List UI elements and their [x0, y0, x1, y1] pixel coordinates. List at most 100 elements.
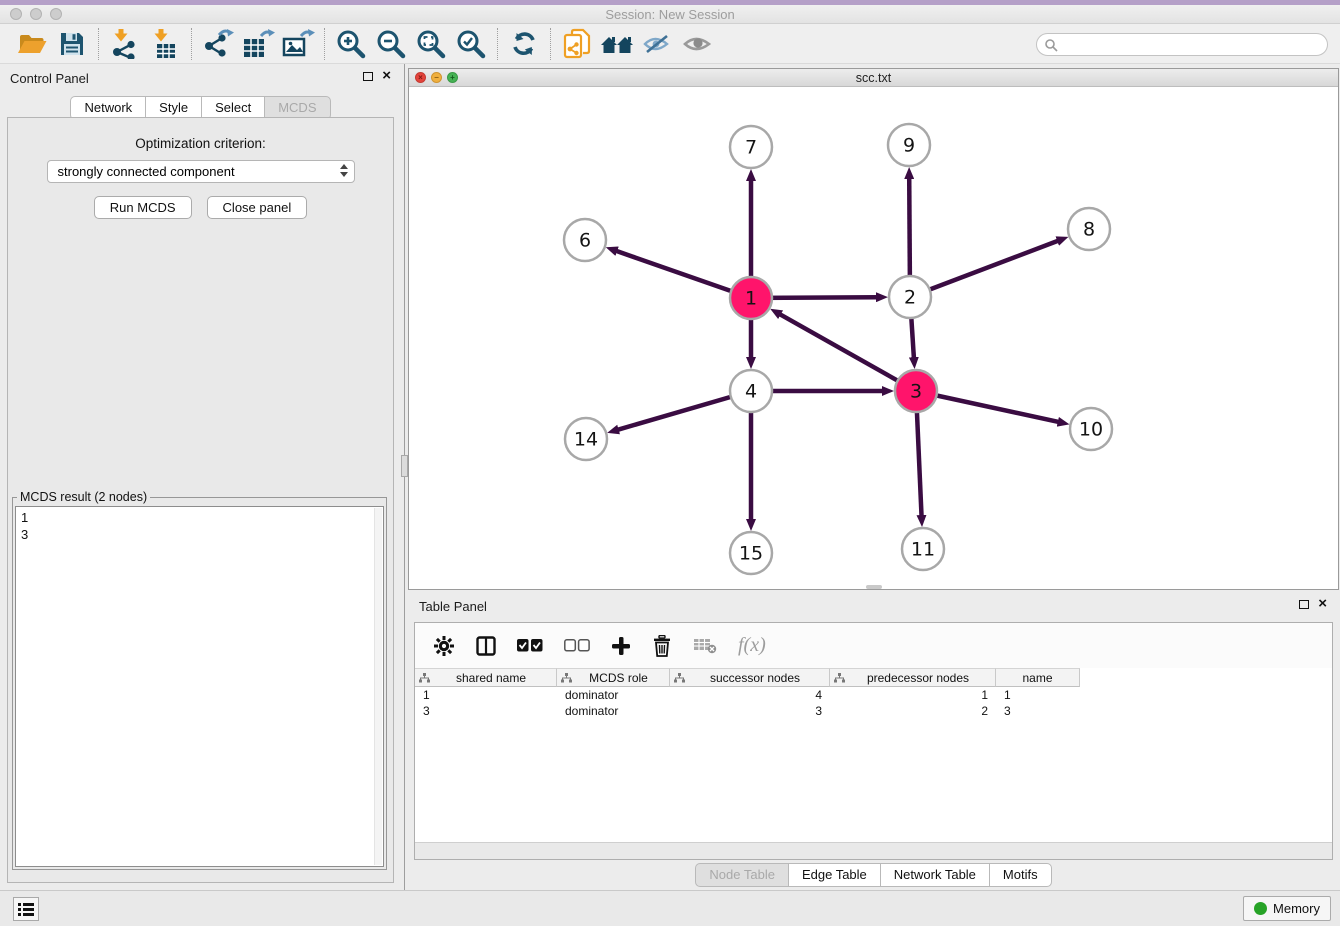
refresh-layout-icon: [510, 30, 538, 58]
new-network-from-selection-button[interactable]: [557, 27, 597, 61]
tab-edge-table[interactable]: Edge Table: [788, 863, 880, 887]
run-mcds-button[interactable]: Run MCDS: [94, 196, 192, 219]
column-type-icon: [834, 673, 845, 683]
zoom-selected-button[interactable]: [451, 27, 491, 61]
cell-successor-nodes[interactable]: 4: [670, 687, 830, 703]
cell-mcds-role[interactable]: dominator: [557, 703, 670, 719]
zoom-out-icon: [376, 29, 406, 59]
save-session-button[interactable]: [52, 27, 92, 61]
mcds-result-fieldset: MCDS result (2 nodes) 1 3: [12, 490, 387, 870]
export-table-icon: [241, 29, 275, 59]
cell-successor-nodes[interactable]: 3: [670, 703, 830, 719]
graph-edge-3-1[interactable]: [779, 314, 916, 391]
node-table: shared name MCDS role successor nodes pr…: [415, 668, 1332, 719]
export-image-button[interactable]: [278, 27, 318, 61]
column-type-icon: [419, 673, 430, 683]
table-row[interactable]: 3 dominator 3 2 3: [415, 703, 1332, 719]
toolbar-separator: [497, 28, 498, 60]
result-scrollbar[interactable]: [374, 508, 382, 865]
search-input[interactable]: [1058, 36, 1327, 54]
memory-status-icon: [1254, 902, 1267, 915]
refresh-layout-button[interactable]: [504, 27, 544, 61]
gear-button[interactable]: [433, 631, 455, 661]
optimization-criterion-dropdown[interactable]: strongly connected component: [47, 160, 355, 183]
hide-selected-button[interactable]: [637, 27, 677, 61]
delete-row-button[interactable]: [652, 631, 672, 661]
cell-name[interactable]: 1: [996, 687, 1080, 703]
network-window-titlebar[interactable]: × − + scc.txt: [409, 69, 1338, 87]
open-file-icon: [17, 31, 47, 57]
graph-node-label-2: 2: [904, 287, 916, 309]
import-network-button[interactable]: [105, 27, 145, 61]
import-table-button[interactable]: [145, 27, 185, 61]
mcds-result-text[interactable]: 1 3: [15, 506, 384, 867]
graph-node-label-14: 14: [574, 429, 598, 451]
column-header-mcds-role[interactable]: MCDS role: [557, 668, 670, 687]
zoom-fit-button[interactable]: [411, 27, 451, 61]
panel-splitter[interactable]: [401, 64, 408, 890]
delete-table-icon: [693, 637, 717, 654]
table-row[interactable]: 1 dominator 4 1 1: [415, 687, 1332, 703]
graph-node-label-15: 15: [739, 543, 763, 565]
column-type-icon: [674, 673, 685, 683]
open-file-button[interactable]: [12, 27, 52, 61]
close-panel-icon[interactable]: ×: [382, 71, 391, 81]
export-image-icon: [281, 29, 315, 59]
first-neighbors-button[interactable]: [597, 27, 637, 61]
cell-predecessor-nodes[interactable]: 1: [830, 687, 996, 703]
export-table-button[interactable]: [238, 27, 278, 61]
dropdown-stepper-icon: [340, 164, 348, 177]
close-panel-button[interactable]: Close panel: [207, 196, 308, 219]
cell-name[interactable]: 3: [996, 703, 1080, 719]
close-table-panel-icon[interactable]: ×: [1318, 599, 1327, 609]
column-header-name[interactable]: name: [996, 668, 1080, 687]
network-canvas[interactable]: 7968124314101511: [409, 87, 1338, 589]
graph-node-label-10: 10: [1079, 419, 1103, 441]
delete-table-button[interactable]: [693, 631, 717, 661]
deselect-all-icon: [564, 639, 590, 652]
column-header-successor-nodes[interactable]: successor nodes: [670, 668, 830, 687]
graph-node-label-1: 1: [745, 288, 757, 310]
search-box[interactable]: [1036, 33, 1328, 56]
select-all-button[interactable]: [517, 631, 543, 661]
zoom-out-button[interactable]: [371, 27, 411, 61]
tab-motifs[interactable]: Motifs: [989, 863, 1052, 887]
deselect-all-button[interactable]: [564, 631, 590, 661]
show-task-history-button[interactable]: [13, 897, 39, 921]
zoom-selected-icon: [456, 29, 486, 59]
splitter-grip[interactable]: [401, 455, 408, 477]
column-header-predecessor-nodes[interactable]: predecessor nodes: [830, 668, 996, 687]
graph-edge-2-8[interactable]: [910, 240, 1059, 297]
cell-mcds-role[interactable]: dominator: [557, 687, 670, 703]
cell-shared-name[interactable]: 3: [415, 703, 557, 719]
toolbar-separator: [191, 28, 192, 60]
toolbar-separator: [550, 28, 551, 60]
add-row-icon: [611, 636, 631, 656]
tab-node-table[interactable]: Node Table: [695, 863, 788, 887]
search-icon: [1044, 38, 1058, 52]
import-table-icon: [150, 29, 180, 59]
first-neighbors-icon: [599, 31, 635, 57]
show-all-button[interactable]: [677, 27, 717, 61]
table-horizontal-scrollbar[interactable]: [415, 842, 1332, 859]
export-network-button[interactable]: [198, 27, 238, 61]
canvas-resize-grip[interactable]: [866, 585, 882, 589]
float-panel-icon[interactable]: [363, 72, 373, 81]
zoom-in-button[interactable]: [331, 27, 371, 61]
dropdown-selected-value: strongly connected component: [58, 164, 235, 179]
memory-button[interactable]: Memory: [1243, 896, 1331, 921]
float-table-panel-icon[interactable]: [1299, 600, 1309, 609]
add-row-button[interactable]: [611, 631, 631, 661]
column-view-icon: [476, 636, 496, 656]
save-session-icon: [59, 31, 85, 57]
tab-network-table[interactable]: Network Table: [880, 863, 989, 887]
import-network-icon: [110, 29, 140, 59]
graph-node-label-6: 6: [579, 230, 591, 252]
function-builder-button[interactable]: f(x): [738, 631, 766, 661]
cell-shared-name[interactable]: 1: [415, 687, 557, 703]
hide-selected-icon: [641, 32, 673, 56]
cell-predecessor-nodes[interactable]: 2: [830, 703, 996, 719]
column-view-button[interactable]: [476, 631, 496, 661]
mcds-tab-body: Optimization criterion: strongly connect…: [7, 117, 394, 883]
column-header-shared-name[interactable]: shared name: [415, 668, 557, 687]
